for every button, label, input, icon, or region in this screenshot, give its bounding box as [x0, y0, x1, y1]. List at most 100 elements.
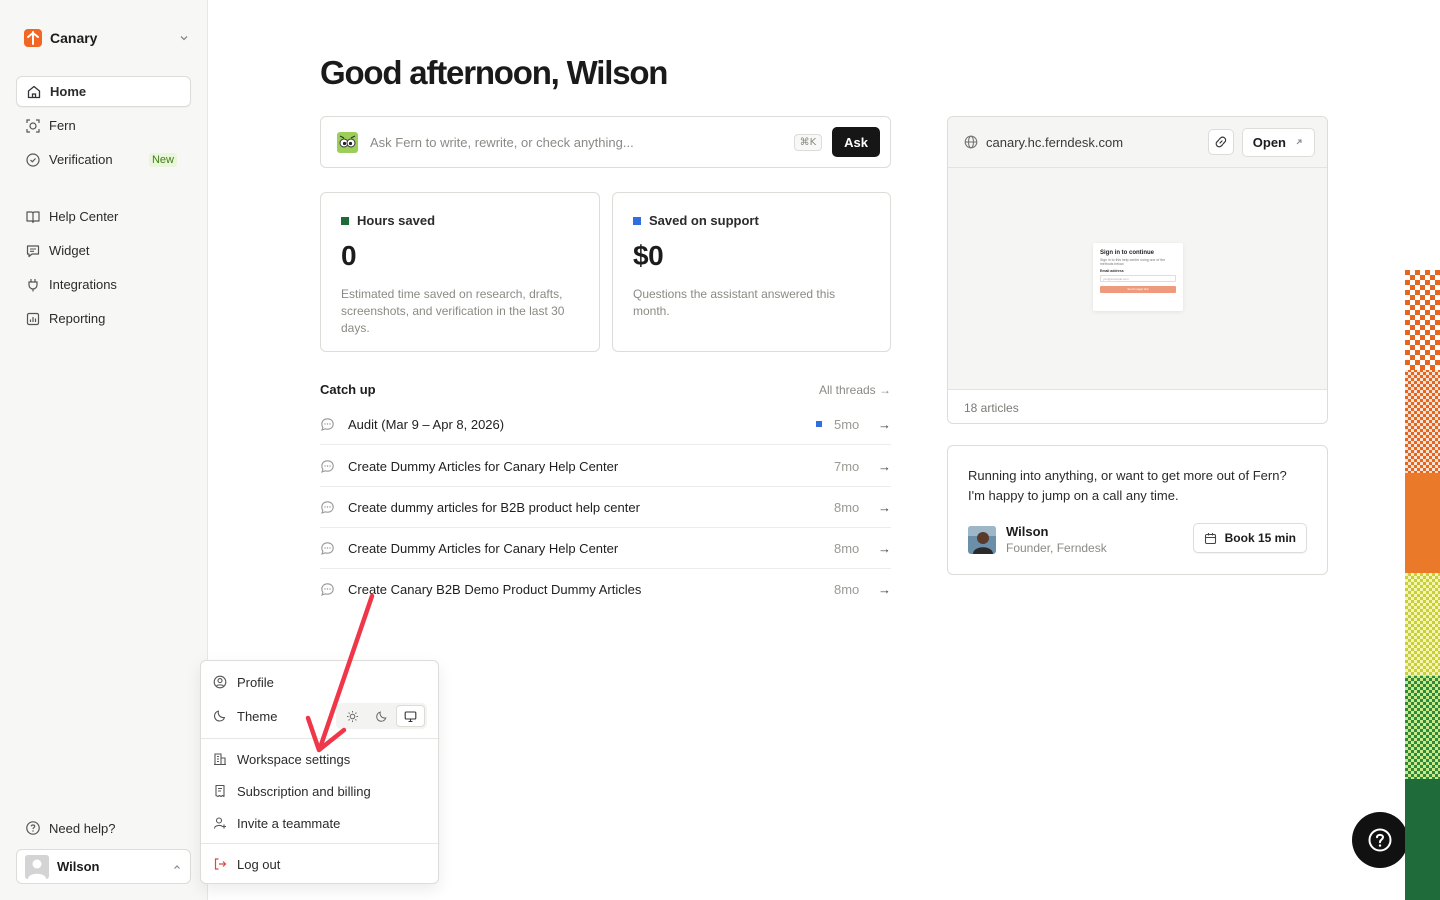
legend-square [633, 216, 641, 225]
thread-age: 8mo [834, 540, 860, 556]
theme-system-option[interactable] [396, 705, 425, 727]
new-badge: New [148, 152, 177, 167]
chat-square-icon [26, 244, 40, 257]
sidebar-item-label: Verification [49, 152, 113, 167]
annotation-arrow-icon [305, 593, 375, 753]
shortcut-hint: ⌘K [793, 133, 823, 151]
sidebar-item-home[interactable]: Home [16, 76, 191, 107]
preview-heading: Sign in to continue [1100, 250, 1154, 256]
preview-button: Send magic link [1100, 286, 1176, 293]
arrow-right-icon: → [878, 499, 891, 515]
moon-icon [213, 710, 226, 722]
open-site-button[interactable]: Open [1241, 127, 1315, 157]
thread-age: 5mo [834, 416, 860, 432]
thread-age: 8mo [834, 582, 860, 597]
link-icon [1215, 136, 1226, 148]
thread-title: Create dummy articles for B2B product he… [348, 499, 640, 515]
ask-button[interactable]: Ask [832, 127, 880, 157]
help-circle-icon [26, 821, 40, 835]
copy-link-button[interactable] [1207, 129, 1234, 155]
founder-avatar [968, 525, 996, 554]
arrow-right-icon: → [878, 416, 891, 432]
sidebar-item-label: Help Center [49, 209, 119, 224]
thread-title: Create Dummy Articles for Canary Help Ce… [348, 458, 619, 474]
chat-bubble-icon [321, 459, 334, 473]
stat-value: 0 [341, 240, 357, 271]
thread-age: 7mo [834, 458, 860, 474]
menu-label: Profile [237, 674, 274, 690]
sidebar-item-label: Fern [49, 118, 76, 133]
thread-row[interactable]: Audit (Mar 9 – Apr 8, 2026) 5mo → [320, 404, 891, 445]
need-help-link[interactable]: Need help? [16, 814, 191, 842]
site-url: canary.hc.ferndesk.com [986, 134, 1124, 150]
plug-icon [28, 278, 38, 291]
monitor-icon [404, 710, 417, 722]
arrow-right-icon: → [878, 582, 891, 597]
thread-row[interactable]: Create Dummy Articles for Canary Help Ce… [320, 446, 891, 487]
thread-row[interactable]: Create dummy articles for B2B product he… [320, 487, 891, 528]
thread-age: 8mo [834, 499, 860, 515]
saved-on-support-card: Saved on support $0 Questions the assist… [612, 192, 891, 352]
menu-label: Subscription and billing [237, 783, 371, 799]
sidebar-item-help-center[interactable]: Help Center [16, 201, 191, 232]
chat-bubble-icon [321, 417, 334, 431]
scan-face-icon [26, 118, 40, 133]
articles-count: 18 articles [948, 389, 1327, 423]
help-center-site-card: canary.hc.ferndesk.com Open Sign in to c… [947, 116, 1328, 424]
stat-label: Hours saved [357, 213, 436, 228]
menu-item-invite[interactable]: Invite a teammate [213, 810, 427, 836]
stat-description: Questions the assistant answered this mo… [633, 287, 836, 318]
sidebar-item-fern[interactable]: Fern [16, 110, 191, 141]
canary-logo-icon [24, 29, 42, 47]
unread-indicator [816, 421, 822, 427]
decorative-color-strip [1405, 270, 1440, 900]
sidebar-item-widget[interactable]: Widget [16, 235, 191, 266]
legend-square [341, 216, 349, 225]
catch-up-title: Catch up [320, 382, 376, 397]
call-message: Running into anything, or want to get mo… [968, 468, 1287, 503]
chart-icon [26, 312, 40, 325]
book-icon [26, 210, 40, 223]
globe-icon [964, 135, 978, 149]
receipt-icon [215, 784, 225, 798]
user-plus-icon [213, 817, 226, 829]
menu-item-billing[interactable]: Subscription and billing [213, 778, 427, 804]
menu-divider [201, 843, 440, 844]
help-chat-button[interactable] [1352, 812, 1408, 868]
menu-label: Theme [237, 708, 278, 724]
book-call-button[interactable]: Book 15 min [1192, 523, 1307, 553]
founder-role: Founder, Ferndesk [1006, 541, 1107, 555]
menu-item-logout[interactable]: Log out [213, 851, 427, 877]
menu-label: Invite a teammate [237, 815, 341, 831]
sidebar-item-reporting[interactable]: Reporting [16, 303, 191, 334]
preview-email-field: you@example.com [1100, 275, 1176, 282]
user-circle-icon [213, 675, 227, 689]
chevron-down-icon [180, 36, 188, 41]
ask-fern-box[interactable]: Ask Fern to write, rewrite, or check any… [320, 116, 891, 168]
sidebar-item-verification[interactable]: Verification New [16, 144, 191, 175]
book-label: Book 15 min [1224, 531, 1296, 545]
workspace-switcher[interactable]: Canary [16, 24, 192, 52]
logout-icon [214, 858, 227, 870]
sidebar: Canary Home Fern Verification New Help C… [0, 0, 208, 900]
site-preview[interactable]: Sign in to continue Sign in to this help… [948, 168, 1327, 388]
user-menu-button[interactable]: Wilson [16, 849, 191, 884]
thread-title: Create Dummy Articles for Canary Help Ce… [348, 540, 619, 556]
chevron-up-icon [174, 865, 180, 869]
open-label: Open [1252, 134, 1286, 150]
thread-row[interactable]: Create Canary B2B Demo Product Dummy Art… [320, 569, 891, 610]
sidebar-item-label: Home [50, 84, 87, 99]
hours-saved-card: Hours saved 0 Estimated time saved on re… [320, 192, 600, 352]
arrow-right-icon: → [878, 540, 891, 556]
stat-label: Saved on support [649, 213, 759, 228]
thread-title: Audit (Mar 9 – Apr 8, 2026) [348, 416, 505, 432]
external-link-icon [1296, 139, 1302, 145]
fern-mascot-icon [337, 131, 358, 153]
thread-row[interactable]: Create Dummy Articles for Canary Help Ce… [320, 528, 891, 569]
ask-input[interactable]: Ask Fern to write, rewrite, or check any… [370, 135, 794, 150]
founder-name: Wilson [1006, 524, 1049, 539]
arrow-right-icon: → [878, 458, 891, 474]
sidebar-item-integrations[interactable]: Integrations [16, 269, 191, 300]
question-circle-icon [1368, 828, 1392, 852]
all-threads-link[interactable]: All threads → [780, 383, 891, 397]
